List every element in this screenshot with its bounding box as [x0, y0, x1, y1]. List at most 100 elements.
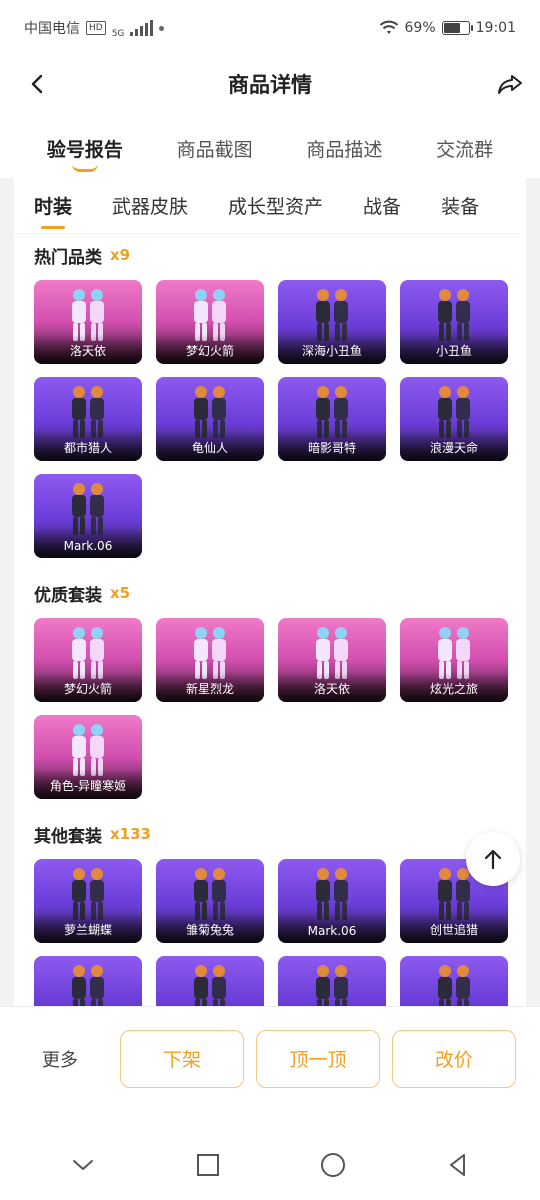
outfit-name: 梦幻火箭 [185, 344, 234, 358]
reprice-button[interactable]: 改价 [392, 1029, 516, 1088]
outfit-card[interactable]: 小丑鱼 [400, 280, 508, 364]
outfit-name: 新星烈龙 [185, 682, 234, 696]
outfit-name: 创世追猎 [429, 923, 478, 937]
outfit-name: 梦幻火箭 [63, 682, 112, 696]
outfit-name: 洛天依 [313, 682, 350, 696]
content-gutter-right [526, 178, 540, 1006]
status-left: 中国电信 HD 5G [24, 17, 165, 39]
outfit-card[interactable]: 梦幻火箭 [156, 280, 264, 364]
outfit-name: 浪漫天命 [429, 441, 478, 455]
subtab-supplies[interactable]: 战备 [363, 192, 401, 219]
section-title-label: 优质套装 [34, 585, 102, 606]
outfit-card[interactable]: 萝兰蝴蝶 [34, 859, 142, 943]
subtab-equipment[interactable]: 装备 [441, 192, 479, 219]
report-content[interactable]: 时装 武器皮肤 成长型资产 战备 装备 热门品类 x9 洛天依 梦幻火箭 深海小丑鱼 小丑… [14, 178, 526, 1006]
notification-dot-icon [159, 25, 165, 31]
network-label: 5G [111, 29, 125, 39]
outfit-card[interactable] [278, 956, 386, 1006]
outfit-card[interactable]: 雏菊兔兔 [156, 859, 264, 943]
section-title: 热门品类 x9 [34, 234, 526, 276]
outfit-name: 龟仙人 [191, 441, 228, 455]
outfit-card[interactable] [34, 956, 142, 1006]
subtab-outfits[interactable]: 时装 [34, 192, 72, 219]
outfit-card[interactable]: 洛天依 [34, 280, 142, 364]
tab-chat-group[interactable]: 交流群 [436, 128, 493, 168]
section-2: 其他套装 x133 萝兰蝴蝶 雏菊兔兔 Mark.06 创世追猎 [14, 813, 526, 1006]
wifi-icon [379, 20, 398, 34]
outfit-name: 炫光之旅 [429, 682, 478, 696]
clock: 19:01 [475, 20, 516, 36]
section-0: 热门品类 x9 洛天依 梦幻火箭 深海小丑鱼 小丑鱼都市猎人 龟仙人 暗影哥特 浪漫天命 Mark… [14, 234, 526, 558]
content-gutter-left [0, 178, 14, 1006]
more-button[interactable]: 更多 [42, 1046, 120, 1072]
status-bar: 中国电信 HD 5G 69% 19:01 [0, 0, 540, 56]
recent-apps-icon[interactable] [194, 1151, 222, 1179]
subtab-weapon-skins[interactable]: 武器皮肤 [112, 192, 188, 219]
outfit-card[interactable]: 新星烈龙 [156, 618, 264, 702]
section-title-label: 其他套装 [34, 826, 102, 847]
outfit-name: 暗影哥特 [307, 441, 356, 455]
outfit-grid: 梦幻火箭 新星烈龙 洛天依 炫光之旅角色-异瞳寒姬 [34, 618, 526, 799]
outfit-name: 小丑鱼 [435, 344, 472, 358]
outfit-figure-icon [72, 965, 104, 1006]
outfit-card[interactable] [400, 956, 508, 1006]
home-icon[interactable] [319, 1151, 347, 1179]
tab-inspection-report[interactable]: 验号报告 [47, 128, 123, 168]
outfit-name: 萝兰蝴蝶 [63, 923, 112, 937]
tab-description[interactable]: 商品描述 [306, 128, 382, 168]
battery-icon [441, 21, 473, 35]
outfit-card[interactable]: 梦幻火箭 [34, 618, 142, 702]
page-title: 商品详情 [228, 73, 312, 97]
outfit-card[interactable]: Mark.06 [278, 859, 386, 943]
outfit-name: 雏菊兔兔 [185, 923, 234, 937]
back-triangle-icon[interactable] [444, 1151, 472, 1179]
tab-screenshots[interactable]: 商品截图 [177, 128, 253, 168]
chevron-down-icon[interactable] [69, 1151, 97, 1179]
outfit-card[interactable]: 角色-异瞳寒姬 [34, 715, 142, 799]
outfit-card[interactable]: 暗影哥特 [278, 377, 386, 461]
signal-icon [130, 20, 154, 36]
outfit-card[interactable]: 浪漫天命 [400, 377, 508, 461]
outfit-card[interactable]: 都市猎人 [34, 377, 142, 461]
system-nav-bar [0, 1130, 540, 1200]
nav-bar: 商品详情 [0, 56, 540, 112]
section-count: x133 [110, 825, 151, 843]
outfit-figure-icon [194, 965, 226, 1006]
outfit-name: 角色-异瞳寒姬 [49, 779, 127, 793]
section-title-label: 热门品类 [34, 247, 102, 268]
outfit-name: 洛天依 [69, 344, 106, 358]
section-title: 其他套装 x133 [34, 813, 526, 855]
chevron-left-icon[interactable] [26, 72, 50, 96]
outfit-card[interactable]: Mark.06 [34, 474, 142, 558]
outfit-card[interactable] [156, 956, 264, 1006]
section-1: 优质套装 x5 梦幻火箭 新星烈龙 洛天依 炫光之旅角色-异瞳寒姬 [14, 572, 526, 799]
outfit-grid: 洛天依 梦幻火箭 深海小丑鱼 小丑鱼都市猎人 龟仙人 暗影哥特 浪漫天命 Mark.06 [34, 280, 526, 558]
outfit-card[interactable]: 洛天依 [278, 618, 386, 702]
outfit-name: Mark.06 [63, 539, 113, 553]
battery-fill [443, 23, 461, 33]
carrier-label: 中国电信 [24, 21, 80, 37]
outfit-name: 深海小丑鱼 [301, 344, 362, 358]
outfit-name: Mark.06 [307, 924, 357, 938]
outfit-figure-icon [316, 965, 348, 1006]
action-bar: 更多 下架 顶一顶 改价 [0, 1006, 540, 1110]
outfit-card[interactable]: 炫光之旅 [400, 618, 508, 702]
status-right: 69% 19:01 [379, 20, 516, 36]
sub-tabs: 时装 武器皮肤 成长型资产 战备 装备 [14, 178, 520, 234]
share-icon[interactable] [496, 70, 524, 98]
outfit-grid: 萝兰蝴蝶 雏菊兔兔 Mark.06 创世追猎 [34, 859, 526, 1006]
section-count: x9 [110, 246, 131, 264]
delist-button[interactable]: 下架 [120, 1029, 244, 1088]
hd-badge: HD [86, 21, 106, 35]
outfit-card[interactable]: 龟仙人 [156, 377, 264, 461]
section-title: 优质套装 x5 [34, 572, 526, 614]
scroll-to-top-button[interactable] [466, 832, 520, 886]
arrow-up-icon [484, 849, 502, 870]
sections-container: 热门品类 x9 洛天依 梦幻火箭 深海小丑鱼 小丑鱼 都市猎人 龟仙人 暗影哥特 浪漫天命 Mark… [14, 234, 526, 1006]
outfit-figure-icon [438, 965, 470, 1006]
subtab-growth-assets[interactable]: 成长型资产 [228, 192, 323, 219]
section-count: x5 [110, 584, 131, 602]
battery-percent: 69% [404, 20, 436, 36]
outfit-card[interactable]: 深海小丑鱼 [278, 280, 386, 364]
bump-button[interactable]: 顶一顶 [256, 1029, 380, 1088]
